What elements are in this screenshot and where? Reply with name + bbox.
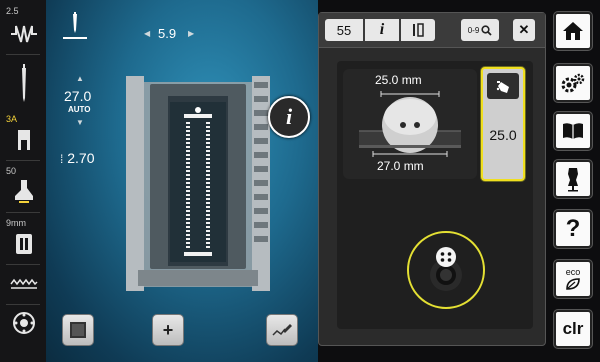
button-size-value: 25.0 (489, 127, 517, 143)
stitch-plate-icon[interactable] (9, 232, 39, 258)
panel-content: 25.0 mm 27.0 mm 25.0 (337, 61, 533, 329)
stitch-list-icon (413, 23, 424, 37)
zoom-label: 0-9 (467, 25, 480, 35)
measure-icon-box (487, 73, 519, 99)
feed-dog-icon[interactable] (9, 272, 39, 298)
presser-foot-label: 50 (6, 166, 17, 176)
presser-foot-icon[interactable] (9, 128, 39, 154)
stitch-number-label: 55 (336, 22, 352, 38)
stitch-length-mode: AUTO (68, 105, 91, 114)
eco-button[interactable]: eco (554, 260, 592, 298)
buttonhole-settings-panel: 55 i 0-9 ✕ 25.0 mm 27.0 mm 25.0 (318, 12, 546, 346)
divider (6, 54, 40, 55)
home-icon (563, 22, 583, 40)
stitch-view-button[interactable] (62, 314, 94, 346)
buttonhole-length-label: 27.0 mm (377, 159, 424, 173)
measure-button-size-button[interactable]: 25.0 (481, 67, 525, 181)
info-button[interactable]: i (268, 96, 310, 138)
panel-tab-bar: 55 i 0-9 ✕ (319, 13, 545, 48)
stitch-width-icon[interactable] (9, 20, 39, 46)
plus-icon: + (162, 319, 174, 340)
search-button[interactable]: 0-9 (461, 19, 499, 41)
length-down-arrow[interactable]: ▼ (76, 118, 84, 127)
button-size-preview: 25.0 mm 27.0 mm (343, 69, 477, 179)
divider (6, 304, 40, 305)
stitch-preview-area: ◀ 5.9 ▶ ▲ 27.0 AUTO ▼ ⁞ 2.70 i + (46, 0, 318, 362)
needle-label: 3A (6, 114, 18, 124)
needle-position-icon[interactable] (61, 10, 89, 42)
clr-label: clr (562, 319, 584, 338)
tab-stitch-list[interactable] (401, 19, 435, 41)
creative-consultant-button[interactable] (554, 160, 592, 198)
divider (6, 212, 40, 213)
length-up-arrow[interactable]: ▲ (76, 74, 84, 83)
right-toolbar: ? eco clr (546, 0, 600, 362)
search-icon (481, 24, 492, 36)
button-measure-icon (430, 247, 462, 291)
help-button[interactable]: ? (554, 210, 592, 248)
close-icon: ✕ (518, 22, 530, 37)
divider (6, 264, 40, 265)
eco-label: eco (565, 266, 581, 277)
tab-stitch-number[interactable]: 55 (325, 19, 363, 41)
stitch-density-number: 2.70 (67, 150, 95, 166)
clear-button[interactable]: clr (554, 310, 592, 348)
tutorial-button[interactable] (554, 112, 592, 150)
spool-selector[interactable] (407, 231, 485, 309)
book-icon (563, 123, 583, 139)
home-button[interactable] (554, 12, 592, 50)
width-decrease-arrow[interactable]: ◀ (144, 29, 150, 38)
bobbin-foot-icon[interactable] (9, 178, 39, 204)
edit-stitch-button[interactable] (266, 314, 298, 346)
info-icon: i (379, 21, 385, 38)
bobbin-icon[interactable] (9, 310, 39, 336)
leaf-icon (566, 277, 580, 290)
dress-form-icon (568, 168, 578, 192)
needle-icon[interactable] (9, 62, 39, 106)
question-icon: ? (565, 215, 581, 242)
setup-button[interactable] (554, 64, 592, 102)
stitch-density-value: ⁞ 2.70 (60, 150, 94, 166)
left-toolbar: 2.5 3A 50 9mm (0, 0, 46, 362)
add-button[interactable]: + (152, 314, 184, 346)
square-icon (70, 322, 86, 338)
pen-icon (272, 324, 292, 336)
stitch-width-value: 5.9 (158, 26, 177, 41)
button-diameter-label: 25.0 mm (375, 73, 422, 87)
feed-dog-label: 9mm (6, 218, 26, 228)
divider (6, 160, 40, 161)
tab-info[interactable]: i (365, 19, 399, 41)
buttonhole-foot-graphic (126, 76, 270, 291)
measure-hand-icon (496, 81, 509, 93)
width-increase-arrow[interactable]: ▶ (188, 29, 194, 38)
stitch-length-value: 27.0 (64, 88, 92, 104)
gear-icon (561, 73, 585, 93)
close-button[interactable]: ✕ (513, 19, 535, 41)
button-illustration (359, 91, 461, 157)
density-icon: ⁞ (60, 152, 64, 166)
stitch-width-label: 2.5 (6, 6, 19, 16)
